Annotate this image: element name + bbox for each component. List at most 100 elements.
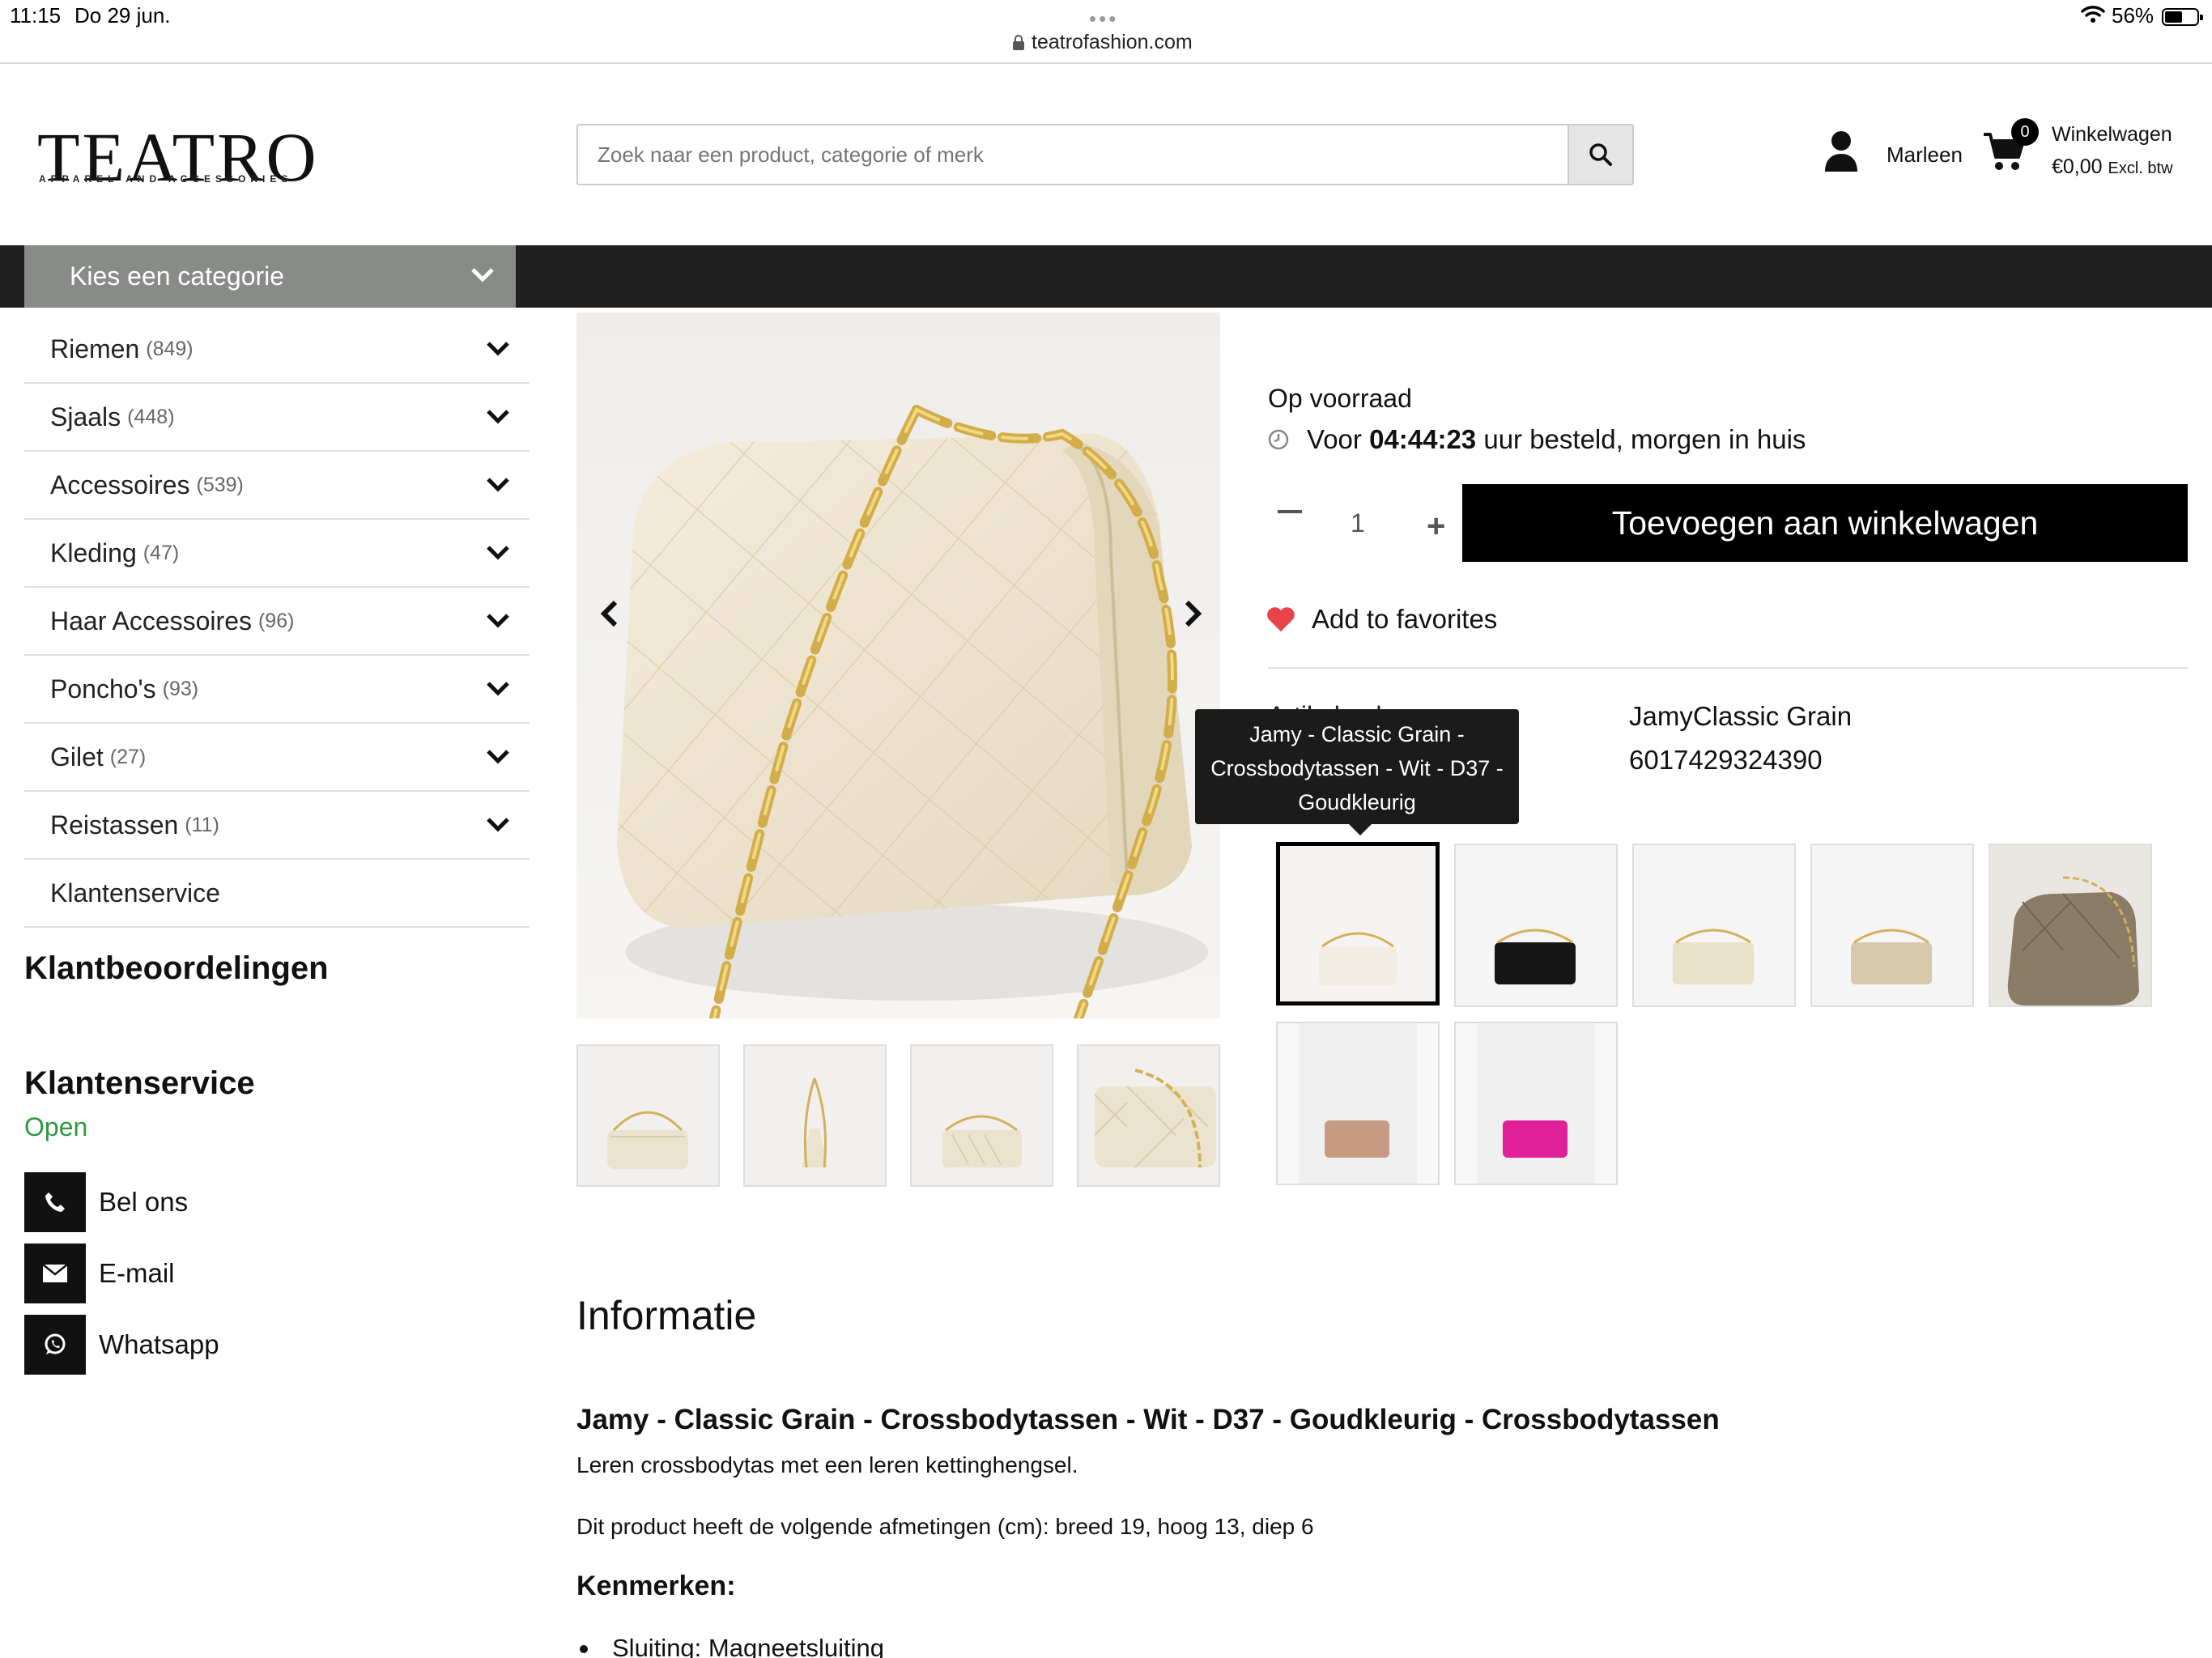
- sidebar-item-riemen[interactable]: Riemen (849): [24, 316, 530, 384]
- email-label: E-mail: [99, 1258, 175, 1288]
- sidebar-item-reistassen[interactable]: Reistassen (11): [24, 792, 530, 860]
- sidebar-item-count: (11): [185, 813, 219, 836]
- sidebar-item-count: (849): [146, 337, 194, 360]
- variant-swatch-pink[interactable]: [1454, 1022, 1618, 1185]
- variant-image: [1990, 845, 2150, 1005]
- chevron-down-icon[interactable]: [486, 340, 510, 356]
- sidebar-item-gilet[interactable]: Gilet (27): [24, 724, 530, 792]
- site-logo[interactable]: TEATRO APPAREL AND ACCESSORIES: [23, 74, 317, 230]
- product-photo: [576, 312, 1220, 1018]
- sidebar-item-accessoires[interactable]: Accessoires (539): [24, 452, 530, 520]
- variant-swatch-cream[interactable]: [1632, 844, 1796, 1007]
- chevron-down-icon[interactable]: [486, 816, 510, 832]
- sidebar-item-ponchos[interactable]: Poncho's (93): [24, 656, 530, 724]
- chevron-down-icon[interactable]: [486, 476, 510, 492]
- sidebar-item-count: (539): [196, 473, 244, 496]
- sidebar-item-count: (96): [257, 609, 295, 632]
- service-status: Open: [24, 1112, 88, 1141]
- gallery-thumbnail[interactable]: [743, 1044, 887, 1187]
- service-heading: Klantenservice: [24, 1065, 255, 1101]
- tab-overview-dots-icon[interactable]: •••: [1089, 6, 1118, 32]
- sidebar-item-label: Haar Accessoires: [50, 606, 252, 636]
- sidebar-item-sjaals[interactable]: Sjaals (448): [24, 384, 530, 452]
- stock-status: Op voorraad: [1268, 384, 1412, 413]
- variant-swatch-camel[interactable]: [1276, 1022, 1440, 1185]
- chevron-down-icon[interactable]: [486, 408, 510, 424]
- cart-total-amount: €0,00: [2052, 155, 2103, 178]
- sidebar-item-label: Sjaals: [50, 402, 121, 432]
- quantity-increase-button[interactable]: +: [1427, 510, 1445, 542]
- user-icon[interactable]: [1823, 130, 1859, 173]
- category-dropdown[interactable]: Kies een categorie: [24, 245, 516, 308]
- add-to-cart-button[interactable]: Toevoegen aan winkelwagen: [1462, 484, 2188, 562]
- sidebar-item-kleding[interactable]: Kleding (47): [24, 520, 530, 588]
- whatsapp-link[interactable]: Whatsapp: [24, 1315, 348, 1375]
- variant-swatch-bronze[interactable]: [1989, 844, 2152, 1007]
- quantity-input[interactable]: 1: [1351, 508, 1365, 538]
- battery-percent: 56%: [2112, 3, 2155, 28]
- browser-divider: [0, 62, 2212, 64]
- product-main-image[interactable]: [576, 312, 1220, 1018]
- sidebar-item-count: (27): [109, 745, 147, 768]
- delivery-suffix: uur besteld, morgen in huis: [1483, 424, 1806, 454]
- search-button[interactable]: [1568, 125, 1632, 184]
- sidebar-item-label: Poncho's: [50, 674, 156, 704]
- category-dropdown-label: Kies een categorie: [70, 261, 285, 291]
- variant-swatch-white[interactable]: [1276, 842, 1440, 1005]
- chevron-left-icon[interactable]: [599, 599, 620, 628]
- envelope-icon: [42, 1264, 68, 1282]
- variant-image: [1634, 845, 1794, 1005]
- sidebar-item-label: Riemen: [50, 334, 140, 363]
- delivery-info: Voor 04:44:23 uur besteld, morgen in hui…: [1268, 424, 1806, 455]
- chevron-down-icon[interactable]: [486, 680, 510, 696]
- chevron-down-icon[interactable]: [486, 748, 510, 764]
- battery-icon: [2162, 8, 2203, 26]
- sidebar-item-label: Kleding: [50, 538, 137, 568]
- address-bar[interactable]: teatrofashion.com: [1012, 31, 1193, 54]
- delivery-prefix: Voor: [1307, 424, 1362, 454]
- gallery-thumbnail[interactable]: [576, 1044, 720, 1187]
- chevron-down-icon[interactable]: [486, 612, 510, 628]
- call-us-link[interactable]: Bel ons: [24, 1172, 348, 1232]
- variant-image: [1812, 845, 1972, 1005]
- info-heading: Informatie: [576, 1293, 757, 1338]
- reviews-heading: Klantbeoordelingen: [24, 950, 329, 986]
- variant-swatch-beige[interactable]: [1810, 844, 1974, 1007]
- features-heading: Kenmerken:: [576, 1571, 736, 1601]
- variant-image: [1280, 846, 1436, 1001]
- cart-label[interactable]: Winkelwagen: [2052, 123, 2172, 147]
- gallery-thumbnail[interactable]: [1077, 1044, 1220, 1187]
- sidebar-item-klantenservice[interactable]: Klantenservice: [24, 860, 530, 928]
- logo-tagline: APPAREL AND ACCESSORIES: [39, 173, 293, 185]
- search-icon: [1589, 143, 1612, 166]
- status-time: 11:15: [10, 3, 62, 28]
- sidebar-item-count: (47): [143, 541, 180, 564]
- email-link[interactable]: E-mail: [24, 1244, 348, 1303]
- quantity-decrease-button[interactable]: [1278, 510, 1302, 513]
- category-list: Riemen (849) Sjaals (448) Accessoires (539)…: [24, 316, 530, 928]
- sidebar-item-label: Accessoires: [50, 470, 190, 500]
- cart-count-badge: 0: [2011, 118, 2039, 146]
- wifi-icon: [2081, 6, 2105, 23]
- url-text: teatrofashion.com: [1032, 31, 1193, 53]
- user-name-link[interactable]: Marleen: [1887, 142, 1963, 168]
- search-bar: [576, 124, 1634, 185]
- add-to-favorites-label: Add to favorites: [1312, 604, 1498, 634]
- chevron-right-icon[interactable]: [1182, 599, 1203, 628]
- product-title: Jamy - Classic Grain - Crossbodytassen -…: [576, 1404, 1720, 1435]
- sidebar-item-label: Reistassen: [50, 810, 179, 840]
- variant-image: [1278, 1023, 1438, 1184]
- clock-icon: [1268, 429, 1289, 450]
- search-input[interactable]: [578, 125, 1569, 184]
- sidebar-item-haar-accessoires[interactable]: Haar Accessoires (96): [24, 588, 530, 656]
- add-to-favorites-link[interactable]: Add to favorites: [1266, 604, 1497, 635]
- variant-swatch-black[interactable]: [1454, 844, 1618, 1007]
- phone-icon: [45, 1192, 65, 1212]
- spec-value-ean: 6017429324390: [1629, 745, 1823, 775]
- variant-image: [1456, 845, 1616, 1005]
- logo-wordmark: TEATRO: [37, 118, 319, 196]
- call-us-label: Bel ons: [99, 1187, 189, 1217]
- chevron-down-icon[interactable]: [486, 544, 510, 560]
- gallery-thumbnail[interactable]: [910, 1044, 1053, 1187]
- product-description: Leren crossbodytas met een leren ketting…: [576, 1452, 1078, 1477]
